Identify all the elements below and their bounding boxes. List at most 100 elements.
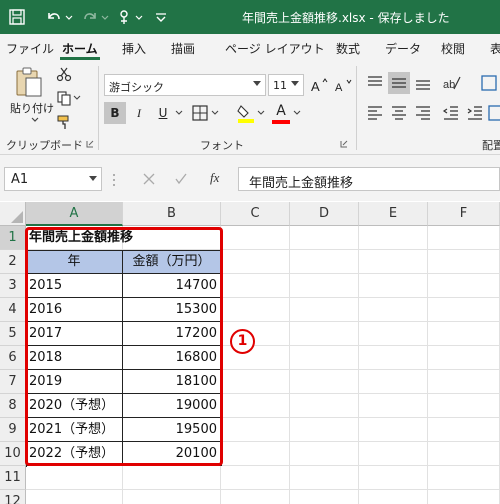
font-launcher-icon[interactable] xyxy=(340,140,348,148)
touch-dropdown-icon[interactable] xyxy=(134,8,144,26)
cell-c12[interactable] xyxy=(221,490,290,504)
cell-e8[interactable] xyxy=(359,394,428,418)
select-all-corner[interactable] xyxy=(0,202,26,226)
cell-b2[interactable]: 金額（万円） xyxy=(123,250,221,274)
column-header-b[interactable]: B xyxy=(123,202,221,226)
cell-d3[interactable] xyxy=(290,274,359,298)
paste-dropdown-icon[interactable] xyxy=(30,116,40,124)
cell-b7[interactable]: 18100 xyxy=(123,370,221,394)
column-header-d[interactable]: D xyxy=(290,202,359,226)
cell-d10[interactable] xyxy=(290,442,359,466)
cancel-icon[interactable] xyxy=(142,172,156,186)
cell-e9[interactable] xyxy=(359,418,428,442)
tab-file[interactable]: ファイル xyxy=(6,40,54,57)
tab-page-layout[interactable]: ページ レイアウト xyxy=(225,40,325,57)
resize-handle-icon[interactable] xyxy=(111,173,117,187)
cell-b3[interactable]: 14700 xyxy=(123,274,221,298)
name-box[interactable]: A1 xyxy=(4,167,102,191)
cell-d9[interactable] xyxy=(290,418,359,442)
tab-draw[interactable]: 描画 xyxy=(171,40,195,57)
cell-b8[interactable]: 19000 xyxy=(123,394,221,418)
cell-a6[interactable]: 2018 xyxy=(26,346,123,370)
cell-d1[interactable] xyxy=(290,226,359,250)
cell-e10[interactable] xyxy=(359,442,428,466)
align-top-icon[interactable] xyxy=(366,74,384,92)
cell-f8[interactable] xyxy=(428,394,500,418)
cell-c9[interactable] xyxy=(221,418,290,442)
column-header-f[interactable]: F xyxy=(428,202,500,226)
paste-icon[interactable] xyxy=(14,66,44,98)
cell-b9[interactable]: 19500 xyxy=(123,418,221,442)
copy-icon[interactable] xyxy=(56,90,72,106)
italic-button[interactable]: I xyxy=(128,102,150,124)
align-left-icon[interactable] xyxy=(366,104,384,122)
cell-f5[interactable] xyxy=(428,322,500,346)
cell-e7[interactable] xyxy=(359,370,428,394)
cell-e3[interactable] xyxy=(359,274,428,298)
cell-a10[interactable]: 2022（予想） xyxy=(26,442,123,466)
cell-d5[interactable] xyxy=(290,322,359,346)
copy-dropdown-icon[interactable] xyxy=(73,94,81,102)
cell-d8[interactable] xyxy=(290,394,359,418)
cell-b6[interactable]: 16800 xyxy=(123,346,221,370)
cell-e1[interactable] xyxy=(359,226,428,250)
tab-formulas[interactable]: 数式 xyxy=(336,40,360,57)
cell-e11[interactable] xyxy=(359,466,428,490)
cell-a5[interactable]: 2017 xyxy=(26,322,123,346)
cell-a2[interactable]: 年 xyxy=(26,250,123,274)
font-color-button[interactable]: A xyxy=(270,100,292,122)
wrap-text-icon[interactable] xyxy=(480,74,498,92)
font-name-select[interactable]: 游ゴシック xyxy=(104,74,266,96)
cell-a12[interactable] xyxy=(26,490,123,504)
align-bottom-icon[interactable] xyxy=(414,74,432,92)
decrease-indent-icon[interactable] xyxy=(442,104,460,122)
align-center-icon[interactable] xyxy=(390,104,408,122)
cell-f3[interactable] xyxy=(428,274,500,298)
cell-a11[interactable] xyxy=(26,466,123,490)
cell-e6[interactable] xyxy=(359,346,428,370)
row-header-11[interactable]: 11 xyxy=(0,466,26,490)
row-header-12[interactable]: 12 xyxy=(0,490,26,504)
align-middle-icon[interactable] xyxy=(388,72,410,94)
tab-home[interactable]: ホーム xyxy=(62,40,98,57)
tab-review[interactable]: 校閲 xyxy=(441,40,465,57)
cell-f10[interactable] xyxy=(428,442,500,466)
cell-b10[interactable]: 20100 xyxy=(123,442,221,466)
cell-e4[interactable] xyxy=(359,298,428,322)
column-header-a[interactable]: A xyxy=(26,202,123,226)
enter-check-icon[interactable] xyxy=(174,172,188,186)
clipboard-launcher-icon[interactable] xyxy=(86,140,94,148)
row-header-2[interactable]: 2 xyxy=(0,250,26,274)
cell-c4[interactable] xyxy=(221,298,290,322)
cell-e5[interactable] xyxy=(359,322,428,346)
cut-icon[interactable] xyxy=(56,66,72,82)
orientation-icon[interactable]: ab xyxy=(442,74,462,92)
row-header-7[interactable]: 7 xyxy=(0,370,26,394)
cell-a3[interactable]: 2015 xyxy=(26,274,123,298)
cell-a9[interactable]: 2021（予想） xyxy=(26,418,123,442)
cell-e12[interactable] xyxy=(359,490,428,504)
cell-f6[interactable] xyxy=(428,346,500,370)
formula-input[interactable]: 年間売上金額推移 xyxy=(238,167,500,191)
row-header-4[interactable]: 4 xyxy=(0,298,26,322)
borders-icon[interactable] xyxy=(191,104,209,122)
cell-f1[interactable] xyxy=(428,226,500,250)
redo-icon[interactable] xyxy=(82,8,100,26)
fill-color-icon[interactable] xyxy=(236,102,256,124)
cell-d12[interactable] xyxy=(290,490,359,504)
underline-dropdown-icon[interactable] xyxy=(175,109,183,117)
tab-insert[interactable]: 挿入 xyxy=(122,40,146,57)
cell-f4[interactable] xyxy=(428,298,500,322)
cell-c6[interactable] xyxy=(221,346,290,370)
cell-f9[interactable] xyxy=(428,418,500,442)
column-header-c[interactable]: C xyxy=(221,202,290,226)
cell-b4[interactable]: 15300 xyxy=(123,298,221,322)
cell-c3[interactable] xyxy=(221,274,290,298)
cell-f11[interactable] xyxy=(428,466,500,490)
save-icon[interactable] xyxy=(8,8,26,26)
cell-b5[interactable]: 17200 xyxy=(123,322,221,346)
cell-b11[interactable] xyxy=(123,466,221,490)
cell-f7[interactable] xyxy=(428,370,500,394)
cell-c11[interactable] xyxy=(221,466,290,490)
align-right-icon[interactable] xyxy=(414,104,432,122)
